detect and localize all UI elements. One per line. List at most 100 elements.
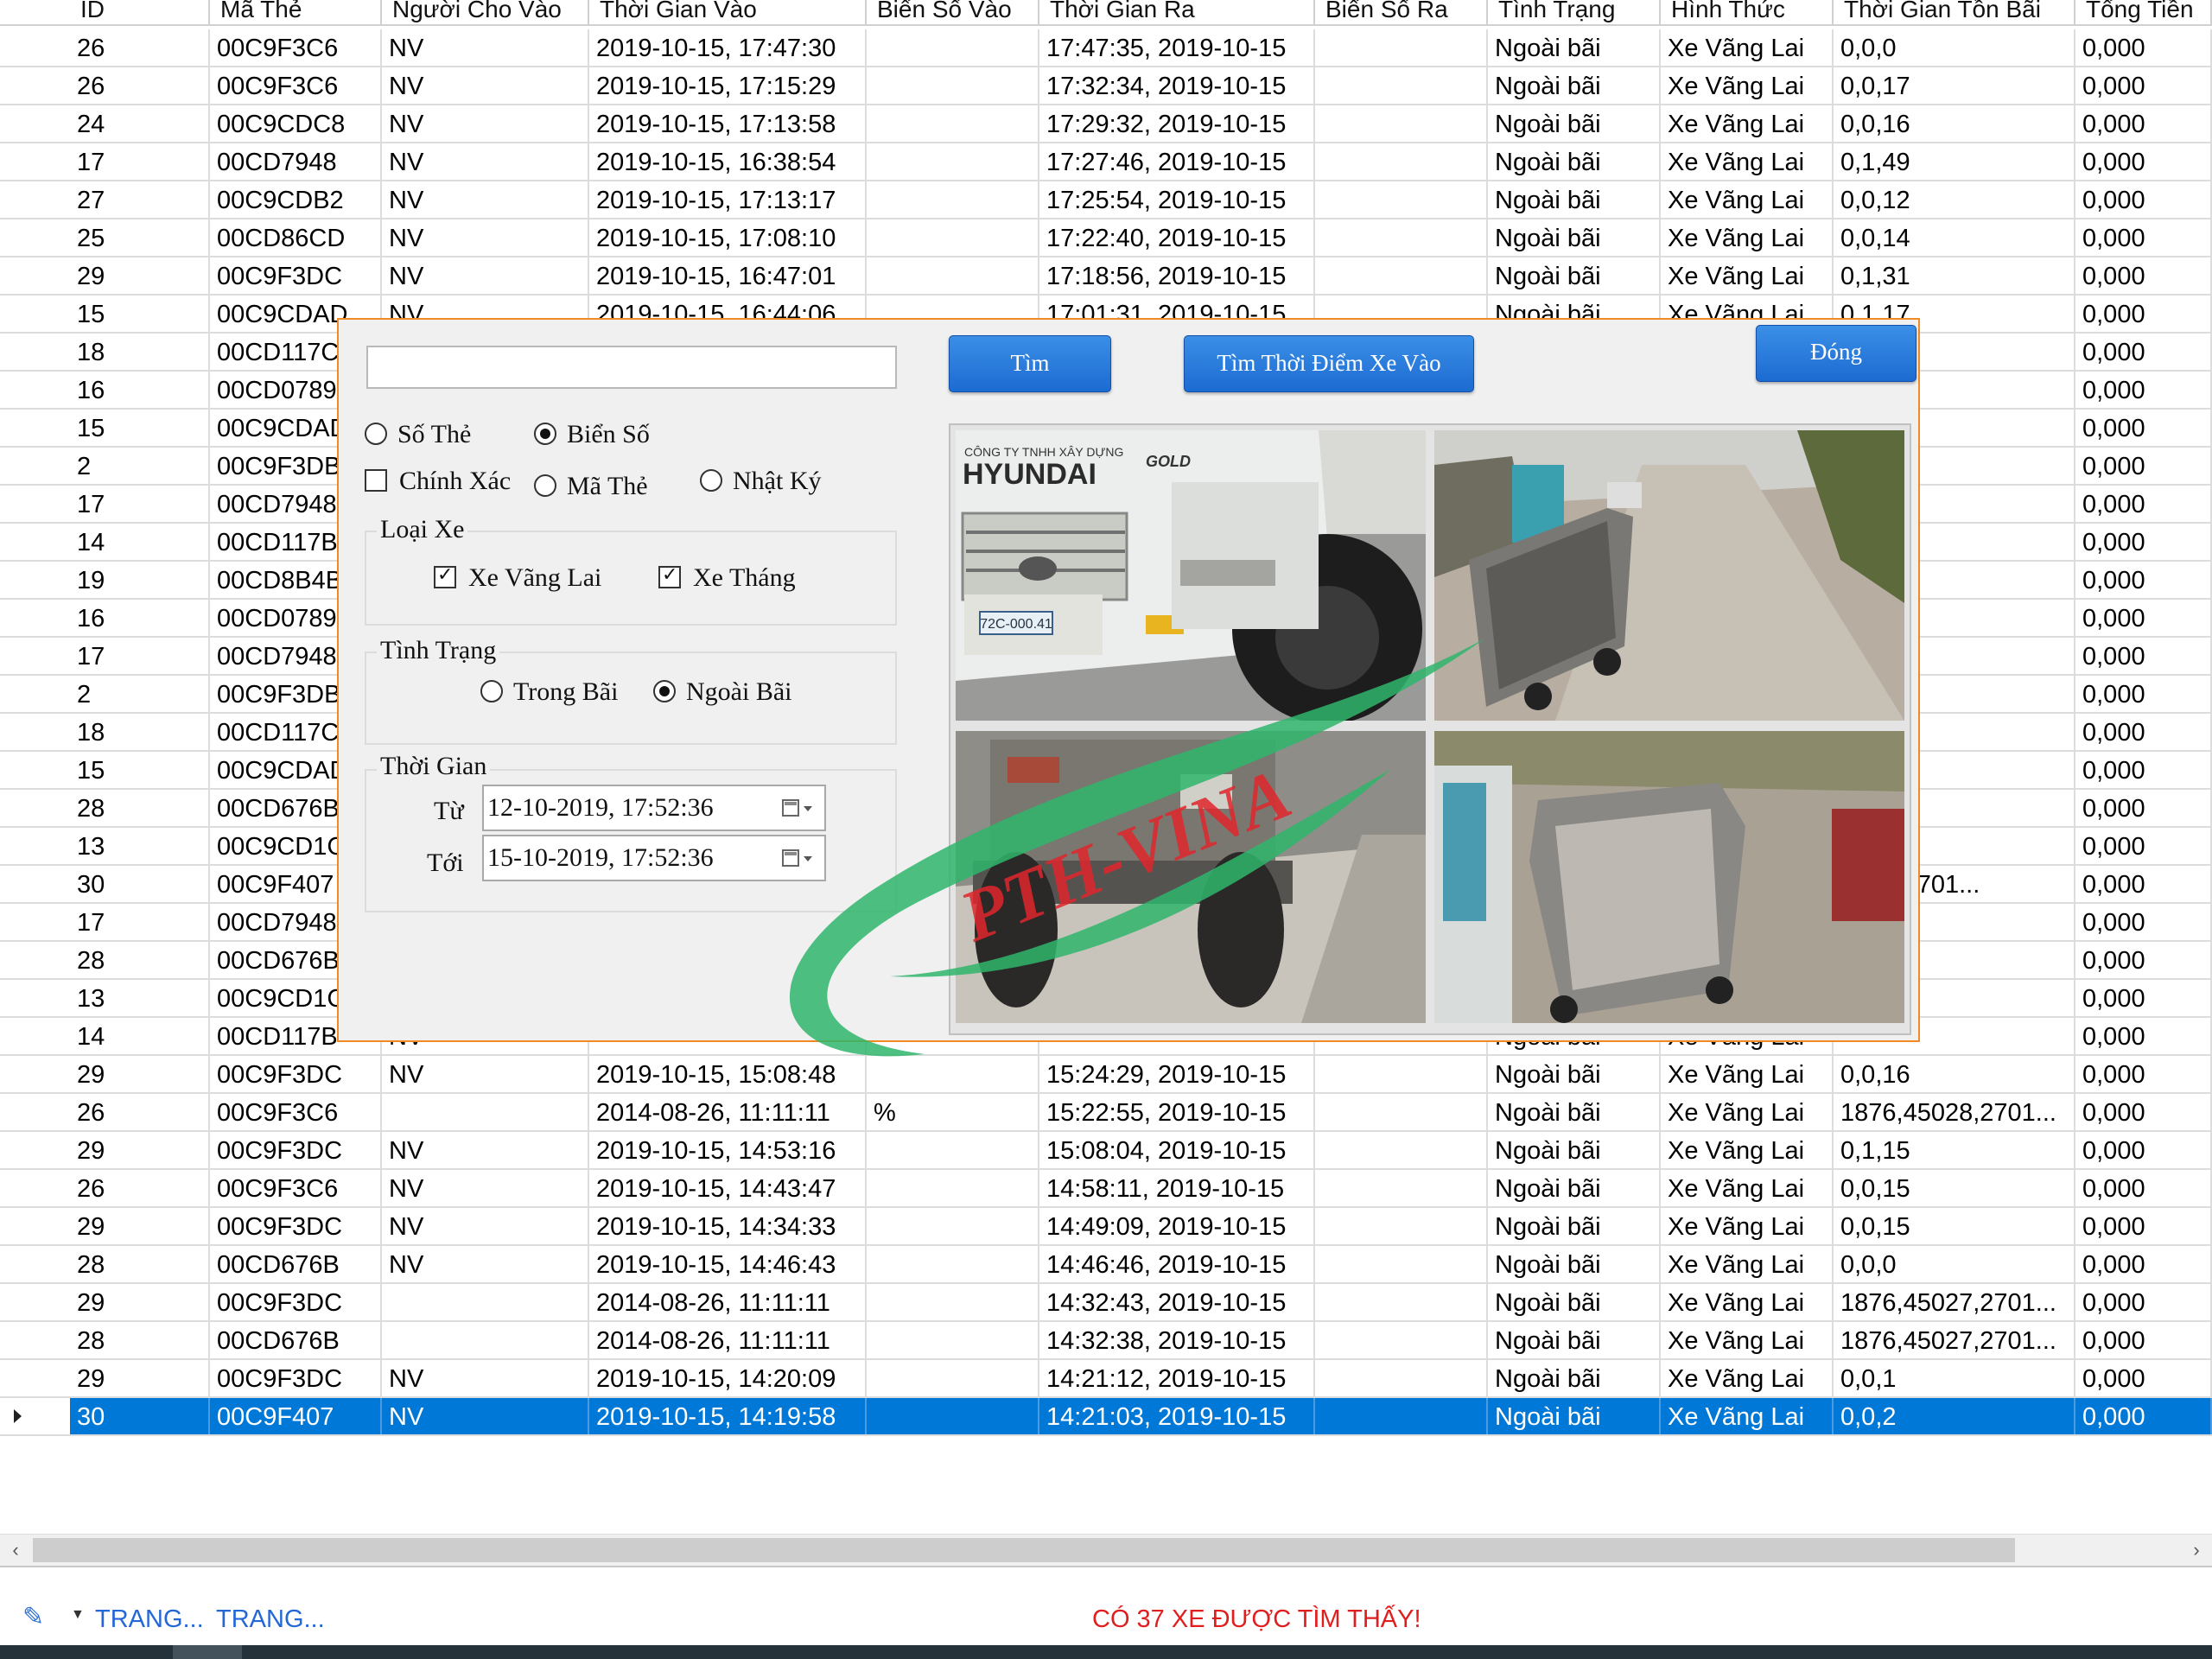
table-cell[interactable]: 2019-10-15, 14:20:09 [589, 1360, 867, 1396]
table-cell[interactable]: 17 [70, 904, 210, 940]
table-cell[interactable]: 2019-10-15, 14:46:43 [589, 1246, 867, 1282]
table-cell[interactable]: 29 [70, 1284, 210, 1320]
table-cell[interactable]: 00C9F3C6 [210, 1170, 382, 1206]
table-cell[interactable]: 18 [70, 334, 210, 370]
table-cell[interactable]: 00C9F3DC [210, 1360, 382, 1396]
row-header[interactable] [0, 1246, 70, 1282]
table-cell[interactable]: 2019-10-15, 17:13:17 [589, 181, 867, 218]
table-cell[interactable] [867, 1208, 1039, 1244]
calendar-dropdown-icon[interactable] [781, 847, 816, 869]
table-cell[interactable]: NV [382, 143, 589, 180]
row-header[interactable] [0, 1056, 70, 1092]
search-button[interactable]: Tìm [949, 335, 1111, 392]
table-cell[interactable]: 14 [70, 1018, 210, 1054]
visitor-vehicle-checkbox[interactable]: Xe Vãng Lai [434, 563, 601, 593]
row-header[interactable] [0, 1018, 70, 1054]
table-row[interactable]: 26 00C9F3C6 NV 2019-10-15, 17:47:30 17:47:35… [0, 29, 2212, 67]
table-row[interactable]: 29 00C9F3DC 2014-08-26, 11:11:11 14:32:43, … [0, 1284, 2212, 1322]
table-cell[interactable] [1315, 1360, 1488, 1396]
table-row[interactable]: 29 00C9F3DC NV 2019-10-15, 16:47:01 17:18:56… [0, 257, 2212, 296]
table-cell[interactable]: 0,000 [2075, 600, 2212, 636]
table-row[interactable]: 26 00C9F3C6 NV 2019-10-15, 17:15:29 17:32:34… [0, 67, 2212, 105]
table-cell[interactable]: 0,000 [2075, 1284, 2212, 1320]
table-cell[interactable]: 14:21:12, 2019-10-15 [1039, 1360, 1315, 1396]
table-cell[interactable] [1315, 1132, 1488, 1168]
table-cell[interactable]: 0,000 [2075, 1132, 2212, 1168]
table-cell[interactable]: 00C9F3C6 [210, 1094, 382, 1130]
table-cell[interactable] [867, 1360, 1039, 1396]
table-cell[interactable]: 2019-10-15, 14:53:16 [589, 1132, 867, 1168]
table-cell[interactable] [867, 143, 1039, 180]
table-row[interactable]: 28 00CD676B 2014-08-26, 11:11:11 14:32:38, … [0, 1322, 2212, 1360]
table-cell[interactable]: 17:32:34, 2019-10-15 [1039, 67, 1315, 104]
table-cell[interactable] [867, 1246, 1039, 1282]
column-header[interactable]: Tình Trạng [1488, 0, 1661, 24]
table-cell[interactable]: Ngoài bãi [1488, 105, 1661, 142]
table-cell[interactable]: 17:18:56, 2019-10-15 [1039, 257, 1315, 294]
table-cell[interactable]: 0,000 [2075, 980, 2212, 1016]
table-cell[interactable]: NV [382, 257, 589, 294]
table-cell[interactable]: 00C9F407 [210, 1398, 382, 1434]
table-cell[interactable] [1315, 1322, 1488, 1358]
checkbox-checked-icon[interactable] [658, 564, 681, 589]
column-header[interactable]: Tổng Tiền [2075, 0, 2212, 24]
table-cell[interactable]: 15 [70, 410, 210, 446]
table-cell[interactable]: 14 [70, 524, 210, 560]
table-cell[interactable]: 00C9F3C6 [210, 29, 382, 66]
table-cell[interactable] [1315, 219, 1488, 256]
table-cell[interactable]: 0,000 [2075, 828, 2212, 864]
table-cell[interactable]: 13 [70, 828, 210, 864]
table-cell[interactable]: 00C9F3DC [210, 257, 382, 294]
find-entry-time-button[interactable]: Tìm Thời Điểm Xe Vào [1184, 335, 1474, 392]
table-cell[interactable]: 2014-08-26, 11:11:11 [589, 1322, 867, 1358]
table-cell[interactable] [867, 1170, 1039, 1206]
table-cell[interactable]: 0,000 [2075, 486, 2212, 522]
table-cell[interactable]: NV [382, 1208, 589, 1244]
table-cell[interactable]: 17 [70, 638, 210, 674]
table-cell[interactable] [1315, 1284, 1488, 1320]
radio-icon[interactable] [534, 474, 556, 498]
table-cell[interactable]: 0,000 [2075, 1360, 2212, 1396]
table-cell[interactable] [1315, 257, 1488, 294]
table-cell[interactable] [867, 105, 1039, 142]
table-cell[interactable]: 2019-10-15, 17:15:29 [589, 67, 867, 104]
column-header[interactable]: Thời Gian Vào [589, 0, 867, 24]
to-datetime-picker[interactable]: 15-10-2019, 17:52:36 [482, 835, 826, 881]
table-cell[interactable]: 0,000 [2075, 904, 2212, 940]
horizontal-scrollbar[interactable]: ‹ › [0, 1534, 2212, 1566]
table-cell[interactable]: 2019-10-15, 17:08:10 [589, 219, 867, 256]
table-cell[interactable]: 28 [70, 790, 210, 826]
table-cell[interactable]: 30 [70, 1398, 210, 1434]
table-cell[interactable]: 28 [70, 942, 210, 978]
table-cell[interactable]: Xe Vãng Lai [1661, 1246, 1834, 1282]
table-cell[interactable]: Ngoài bãi [1488, 1360, 1661, 1396]
scroll-right-icon[interactable]: › [2181, 1535, 2212, 1566]
option-plate-number[interactable]: Biển Số [534, 420, 650, 449]
radio-selected-icon[interactable] [534, 423, 556, 446]
table-cell[interactable]: NV [382, 29, 589, 66]
table-cell[interactable]: 0,0,17 [1834, 67, 2075, 104]
table-cell[interactable]: 0,1,15 [1834, 1132, 2075, 1168]
column-header[interactable]: ID [70, 0, 210, 24]
table-cell[interactable] [1315, 181, 1488, 218]
checkbox-checked-icon[interactable] [434, 564, 456, 589]
row-header[interactable] [0, 1094, 70, 1130]
table-cell[interactable]: Ngoài bãi [1488, 1398, 1661, 1434]
option-card-number[interactable]: Số Thẻ [365, 420, 471, 449]
table-cell[interactable]: 0,0,1 [1834, 1360, 2075, 1396]
table-cell[interactable] [867, 67, 1039, 104]
table-cell[interactable]: 15:08:04, 2019-10-15 [1039, 1132, 1315, 1168]
table-cell[interactable]: Ngoài bãi [1488, 1094, 1661, 1130]
row-header[interactable] [0, 942, 70, 978]
table-cell[interactable]: 00C9CDC8 [210, 105, 382, 142]
table-cell[interactable]: Ngoài bãi [1488, 1132, 1661, 1168]
table-cell[interactable]: Ngoài bãi [1488, 67, 1661, 104]
row-header[interactable] [0, 676, 70, 712]
table-cell[interactable]: 0,000 [2075, 181, 2212, 218]
table-cell[interactable]: 0,000 [2075, 1018, 2212, 1054]
row-header[interactable] [0, 67, 70, 104]
row-header[interactable] [0, 486, 70, 522]
table-row[interactable]: 26 00C9F3C6 2014-08-26, 11:11:11% 15:22:55,… [0, 1094, 2212, 1132]
table-cell[interactable]: 17:47:35, 2019-10-15 [1039, 29, 1315, 66]
option-card-code[interactable]: Mã Thẻ [534, 472, 648, 501]
